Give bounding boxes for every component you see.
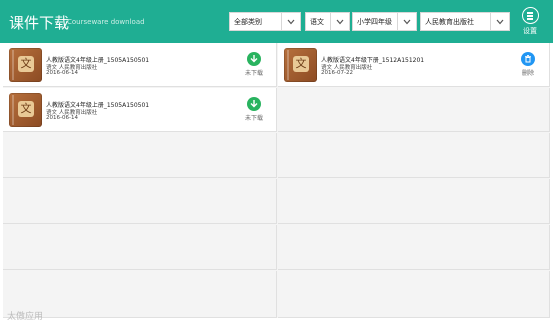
subject-dropdown[interactable]: 语文 [305,12,350,31]
delete-button[interactable]: 删除 [516,52,540,77]
empty-slot [3,271,277,318]
settings-label: 设置 [523,27,537,35]
item-date: 2016-06-14 [46,70,78,76]
empty-slot [278,179,550,224]
settings-button[interactable]: 设置 [517,5,543,39]
chevron-down-icon [281,13,300,30]
trash-icon [521,52,535,66]
download-button[interactable]: 未下载 [242,52,266,77]
publisher-dropdown-value: 人民教育出版社 [425,18,474,26]
empty-slot [3,133,277,178]
chevron-down-icon [490,13,509,30]
category-dropdown[interactable]: 全部类别 [229,12,301,31]
book-cover-icon: 文 [9,48,42,82]
list-item[interactable]: 文 人教版语文4年级上册_1505A150501 语文 人民教育出版社 2016… [3,43,277,87]
category-dropdown-value: 全部类别 [234,18,262,26]
publisher-dropdown[interactable]: 人民教育出版社 [420,12,510,31]
download-button[interactable]: 未下载 [242,97,266,122]
book-cover-icon: 文 [9,93,42,127]
empty-slot [3,225,277,270]
empty-slot [278,133,550,178]
delete-label: 删除 [521,70,534,77]
header-bar: 课件下载 Courseware download 全部类别 语文 小学四年级 人… [0,0,553,43]
page-title: 课件下载 [9,14,70,32]
empty-slot [278,88,550,132]
courseware-grid: 文 人教版语文4年级上册_1505A150501 语文 人民教育出版社 2016… [3,43,550,318]
download-icon [247,52,261,66]
grade-dropdown-value: 小学四年级 [357,18,392,26]
menu-icon [521,7,539,24]
empty-slot [278,271,550,318]
chevron-down-icon [397,13,416,30]
item-date: 2016-06-14 [46,115,78,121]
grade-dropdown[interactable]: 小学四年级 [352,12,417,31]
empty-slot [278,225,550,270]
watermark: 太傲应用 [7,312,44,322]
download-status: 未下载 [244,70,263,77]
list-item[interactable]: 文 人教版语文4年级下册_1512A151201 语文 人民教育出版社 2016… [278,43,550,87]
item-date: 2016-07-22 [321,70,353,76]
chevron-down-icon [330,13,349,30]
subject-dropdown-value: 语文 [310,18,324,26]
list-item[interactable]: 文 人教版语文4年级上册_1505A150501 语文 人民教育出版社 2016… [3,88,277,132]
download-status: 未下载 [244,115,263,122]
download-icon [247,97,261,111]
book-cover-icon: 文 [284,48,317,82]
page-subtitle: Courseware download [67,18,145,26]
empty-slot [3,179,277,224]
